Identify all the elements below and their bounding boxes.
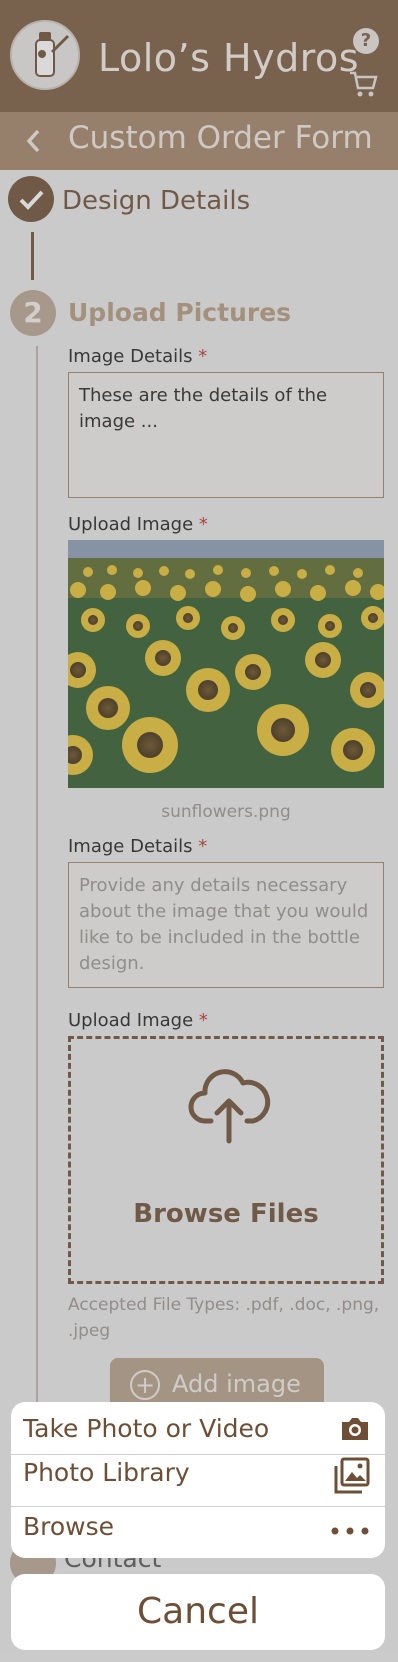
- sheet-divider: [11, 1454, 385, 1455]
- more-dots-icon: [329, 1522, 371, 1541]
- action-photo-library[interactable]: Photo Library: [11, 1456, 385, 1502]
- sheet-divider: [11, 1506, 385, 1507]
- camera-icon: [339, 1414, 371, 1448]
- photo-library-icon: [333, 1456, 371, 1500]
- action-browse[interactable]: Browse: [11, 1508, 385, 1554]
- action-sheet: Take Photo or Video Photo Library Browse: [11, 1402, 385, 1558]
- action-take-photo[interactable]: Take Photo or Video: [11, 1406, 385, 1452]
- cancel-button[interactable]: Cancel: [11, 1574, 385, 1650]
